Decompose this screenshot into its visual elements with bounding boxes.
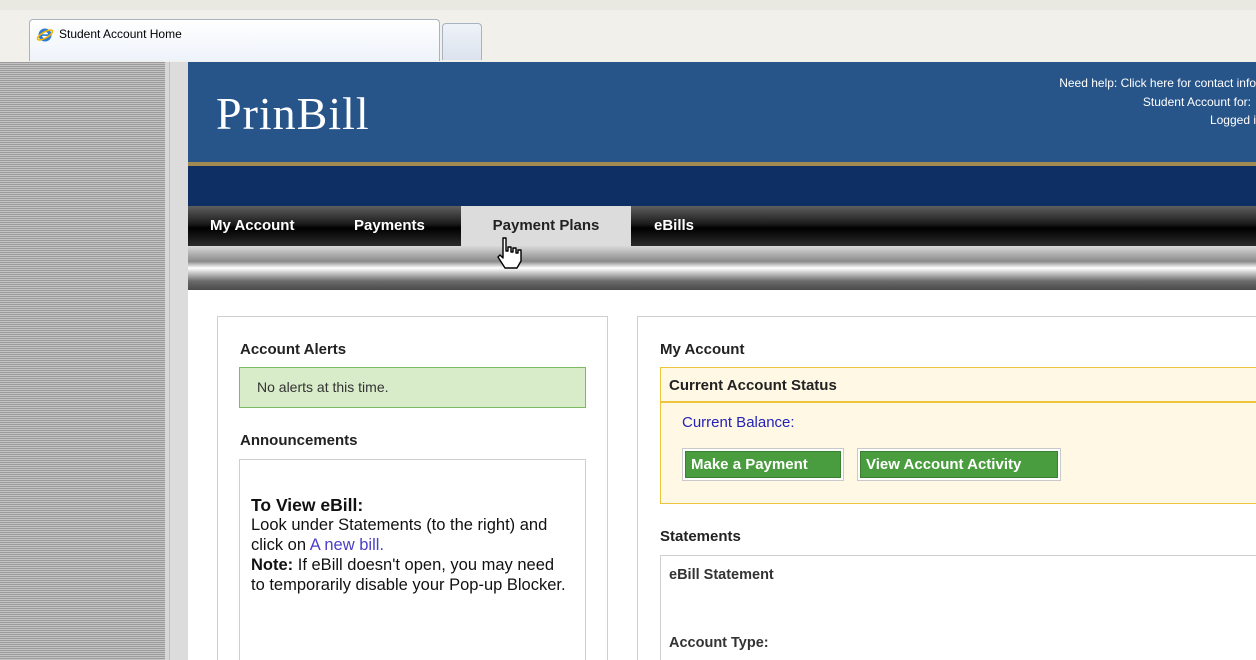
logged-in-label: Logged i: [1209, 113, 1256, 127]
tab-title: Student Account Home: [59, 27, 182, 41]
nav-my-account[interactable]: My Account: [210, 206, 294, 246]
nav-ebills[interactable]: eBills: [654, 206, 694, 246]
nav-payment-plans[interactable]: Payment Plans: [461, 206, 631, 246]
prinbill-logo[interactable]: PrinBill: [216, 87, 370, 140]
announcement-heading: To View eBill:: [251, 495, 364, 515]
ebill-statement-label: eBill Statement: [669, 567, 774, 583]
status-divider: [661, 401, 1256, 403]
make-payment-label: Make a Payment: [685, 451, 841, 478]
tab-strip-top: [0, 0, 1256, 10]
current-balance-label: Current Balance:: [682, 414, 795, 431]
browser-tab-active[interactable]: Student Account Home: [29, 19, 440, 61]
student-account-label: Student Account for:: [1142, 95, 1251, 109]
browser-tab-strip: Student Account Home: [0, 0, 1256, 62]
account-type-label: Account Type:: [669, 635, 769, 651]
alert-box: No alerts at this time.: [239, 367, 586, 408]
new-tab-button[interactable]: [442, 23, 482, 60]
account-status-box: Current Account Status Current Balance: …: [660, 367, 1256, 504]
sub-nav-bar: [188, 246, 1256, 290]
header-band: [188, 166, 1256, 206]
announcements-box: To View eBill: Look under Statements (to…: [239, 459, 586, 660]
left-gutter: [0, 62, 169, 660]
frame-border: [169, 62, 188, 660]
statements-title: Statements: [660, 528, 741, 545]
make-payment-button[interactable]: Make a Payment: [682, 448, 844, 481]
announcements-title: Announcements: [240, 432, 358, 449]
view-activity-label: View Account Activity: [860, 451, 1058, 478]
account-alerts-title: Account Alerts: [240, 341, 347, 358]
new-bill-link[interactable]: A new bill.: [310, 536, 384, 554]
note-label: Note:: [251, 556, 294, 574]
announcement-text: Look under Statements (to the right) and…: [251, 516, 548, 554]
alert-message: No alerts at this time.: [257, 379, 389, 395]
nav-payments[interactable]: Payments: [354, 206, 425, 246]
my-account-title: My Account: [660, 341, 745, 358]
status-title: Current Account Status: [669, 377, 837, 394]
site-header: PrinBill Need help: Click here for conta…: [188, 62, 1256, 166]
help-contact-link[interactable]: Need help: Click here for contact info: [1059, 76, 1256, 90]
ie-favicon-icon: [36, 28, 54, 42]
note-text: If eBill doesn't open, you may need to t…: [251, 556, 566, 594]
announcement: To View eBill: Look under Statements (to…: [251, 495, 571, 595]
main-nav: My Account Payments Payment Plans eBills: [188, 206, 1256, 246]
statements-box: eBill Statement Account Type:: [660, 555, 1256, 660]
hand-cursor-icon: [497, 237, 522, 269]
view-account-activity-button[interactable]: View Account Activity: [857, 448, 1061, 481]
